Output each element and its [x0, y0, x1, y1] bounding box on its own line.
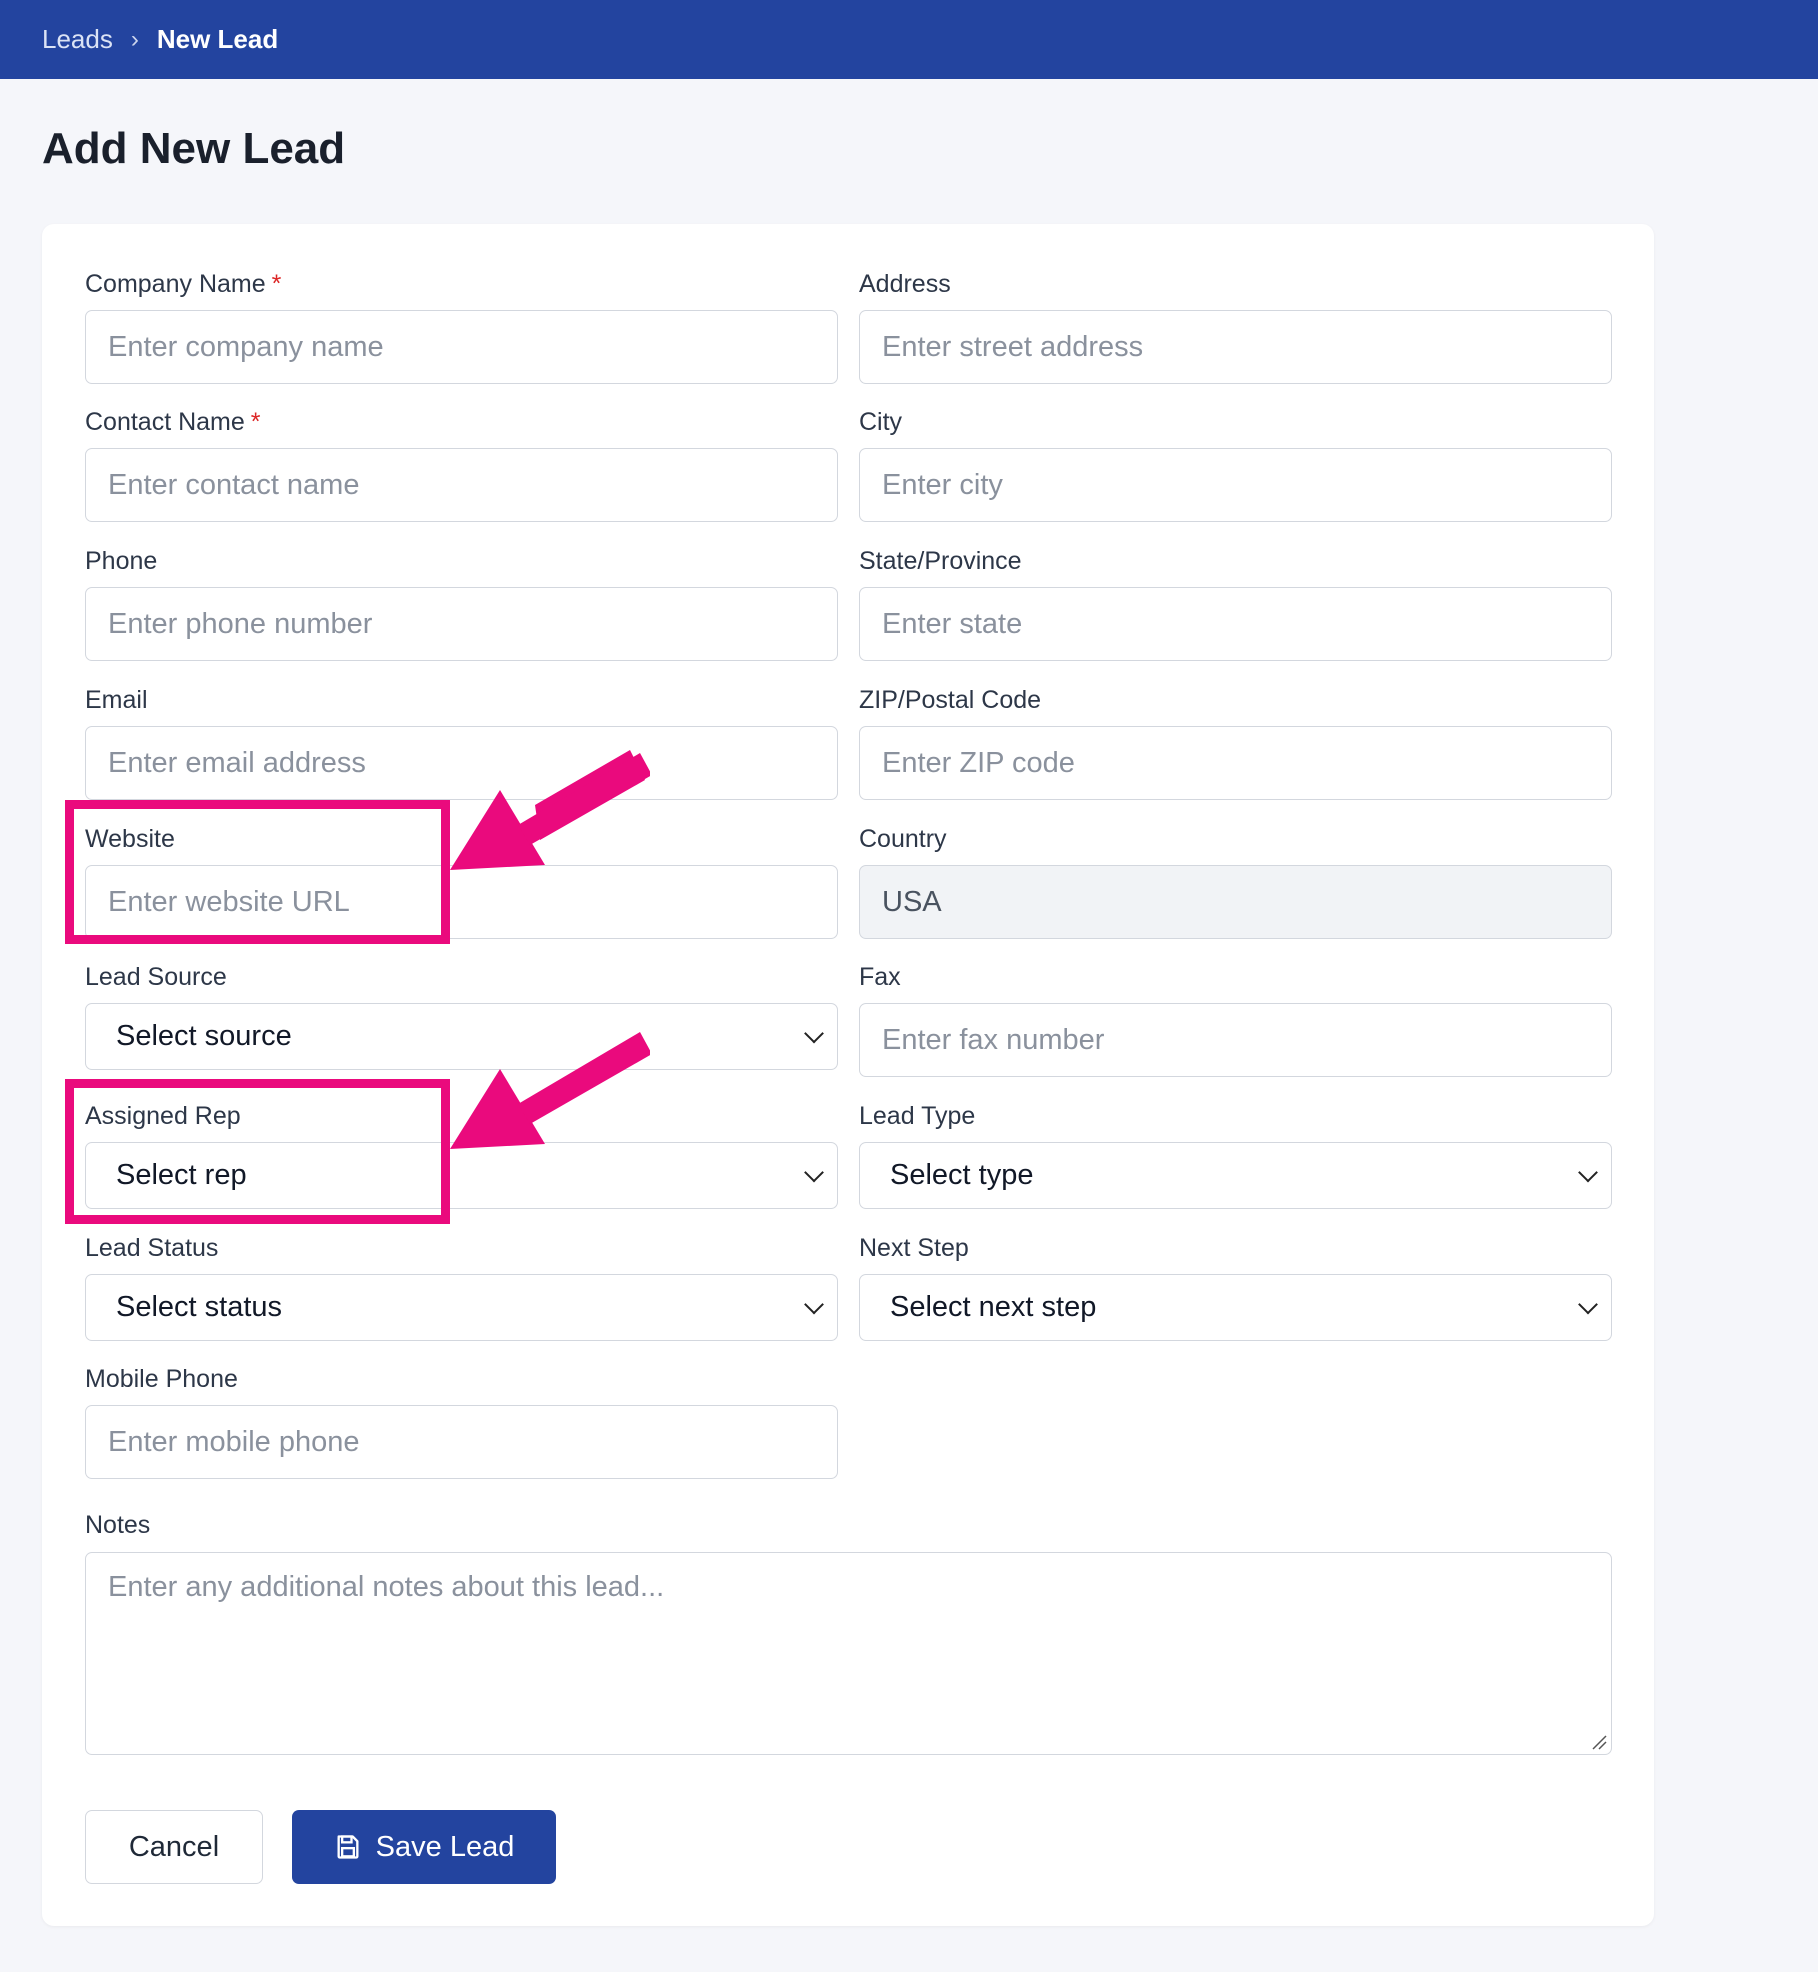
lead-type-label: Lead Type — [859, 1102, 976, 1130]
cancel-button[interactable]: Cancel — [85, 1810, 263, 1884]
city-input[interactable] — [859, 448, 1612, 522]
lead-status-select[interactable]: Select status — [85, 1274, 838, 1341]
lead-source-label: Lead Source — [85, 963, 227, 991]
company-name-label: Company Name * — [85, 270, 282, 298]
zip-input[interactable] — [859, 726, 1612, 800]
chevron-down-icon — [804, 1162, 824, 1182]
notes-label: Notes — [85, 1511, 151, 1539]
fax-input[interactable] — [859, 1003, 1612, 1077]
lead-status-value: Select status — [116, 1291, 283, 1323]
save-lead-label: Save Lead — [375, 1830, 515, 1863]
country-input — [859, 865, 1612, 939]
mobile-phone-input[interactable] — [85, 1405, 838, 1479]
contact-name-input[interactable] — [85, 448, 838, 522]
lead-type-select[interactable]: Select type — [859, 1142, 1612, 1209]
notes-textarea[interactable] — [85, 1552, 1612, 1755]
state-input[interactable] — [859, 587, 1612, 661]
chevron-down-icon — [804, 1023, 824, 1043]
country-label: Country — [859, 825, 947, 853]
state-label: State/Province — [859, 547, 1022, 575]
city-label: City — [859, 408, 903, 436]
address-input[interactable] — [859, 310, 1612, 384]
resize-handle-icon[interactable] — [1591, 1734, 1607, 1750]
assigned-rep-highlight-box — [65, 1079, 450, 1224]
address-label: Address — [859, 270, 951, 298]
company-name-input[interactable] — [85, 310, 838, 384]
next-step-value: Select next step — [890, 1291, 1097, 1323]
breadcrumb: Leads › New Lead — [0, 0, 1818, 79]
breadcrumb-current: New Lead — [156, 24, 279, 54]
save-lead-button[interactable]: Save Lead — [292, 1810, 556, 1884]
save-icon — [337, 1835, 359, 1859]
mobile-phone-label: Mobile Phone — [85, 1365, 238, 1393]
lead-status-label: Lead Status — [85, 1234, 219, 1262]
next-step-select[interactable]: Select next step — [859, 1274, 1612, 1341]
breadcrumb-separator-icon: › — [130, 25, 139, 53]
breadcrumb-leads-link[interactable]: Leads — [42, 24, 113, 55]
lead-source-value: Select source — [116, 1020, 292, 1052]
zip-label: ZIP/Postal Code — [859, 686, 1042, 714]
required-marker: * — [250, 408, 261, 436]
lead-type-value: Select type — [890, 1159, 1034, 1191]
next-step-label: Next Step — [859, 1234, 969, 1262]
chevron-down-icon — [804, 1294, 824, 1314]
contact-name-label: Contact Name * — [85, 408, 261, 436]
page-title: Add New Lead — [42, 124, 346, 173]
phone-input[interactable] — [85, 587, 838, 661]
required-marker: * — [271, 270, 282, 298]
arrow-icon — [450, 1032, 650, 1149]
chevron-down-icon — [1578, 1294, 1598, 1314]
email-label: Email — [85, 686, 148, 714]
chevron-down-icon — [1578, 1162, 1598, 1182]
website-highlight-box — [65, 800, 450, 944]
phone-label: Phone — [85, 547, 158, 575]
arrow-icon — [450, 750, 650, 870]
fax-label: Fax — [859, 963, 901, 991]
